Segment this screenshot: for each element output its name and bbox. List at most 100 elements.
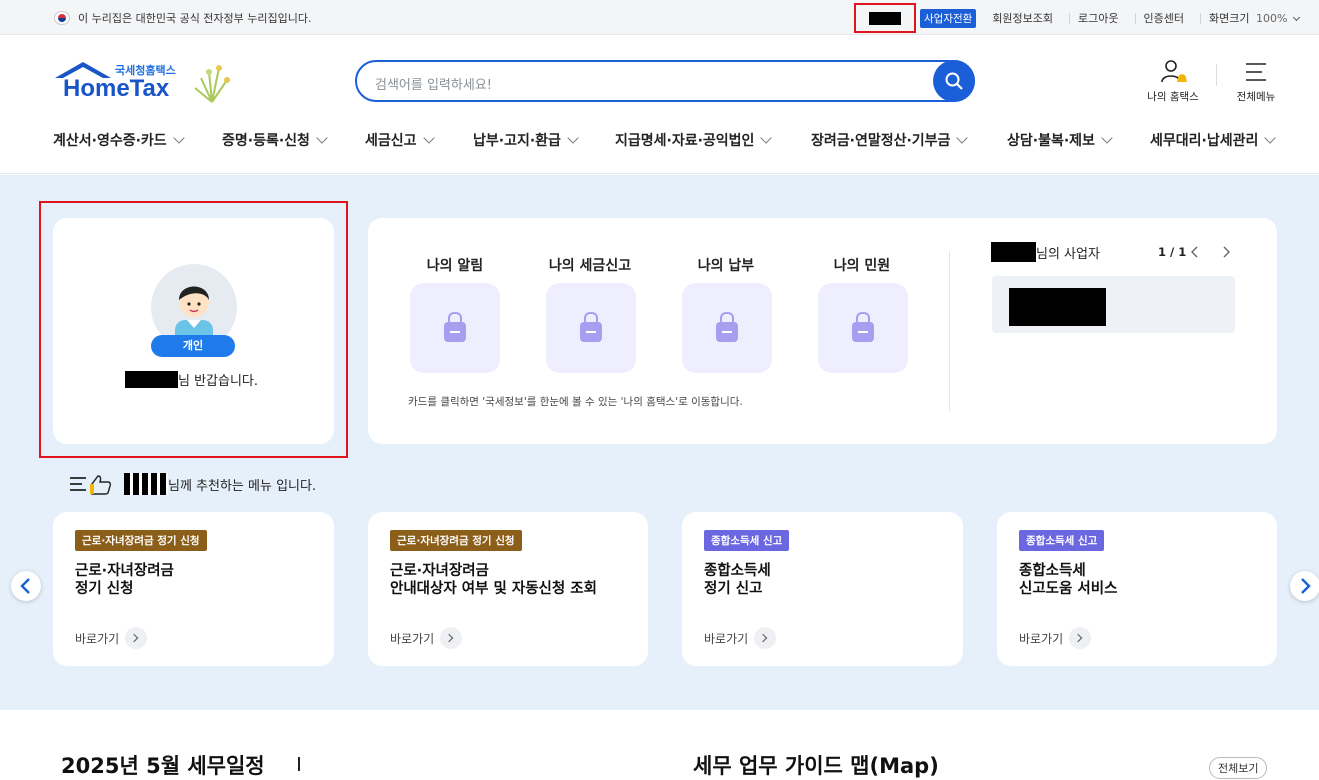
go-label: 바로가기 [704,631,749,646]
nav-item-consulting[interactable]: 상담·불복·제보 [1007,130,1113,150]
redacted-user-name [124,473,168,495]
carousel-next-button[interactable] [1290,571,1319,601]
chevron-right-icon [125,627,148,649]
redacted-business-name [1009,288,1106,326]
rec-card[interactable]: 종합소득세 신고 종합소득세 신고도움 서비스 바로가기 [997,512,1277,666]
rec-card-go[interactable]: 바로가기 [390,627,463,649]
view-all-button[interactable]: 전체보기 [1209,757,1268,779]
rec-card[interactable]: 근로·자녀장려금 정기 신청 근로·자녀장려금안내대상자 여부 및 자동신청 조… [368,512,648,666]
tile-tax-reports[interactable] [546,283,636,373]
recommend-heading: 님께 추천하는 메뉴 입니다. [68,472,316,496]
nav-item-payment[interactable]: 납부·고지·환급 [473,130,579,150]
tile-title-alerts: 나의 알림 [426,258,484,274]
nav-item-statements[interactable]: 지급명세·자료·공익법인 [615,130,773,150]
zoom-value: 100% [1256,11,1288,25]
member-info-link[interactable]: 회원정보조회 [984,13,1061,24]
rec-card[interactable]: 근로·자녀장려금 정기 신청 근로·자녀장려금 정기 신청 바로가기 [53,512,334,666]
chevron-left-icon [20,578,30,594]
chevron-down-icon [1101,132,1113,144]
hometax-logo[interactable]: 국세청홈택스 HomeTax [53,58,238,106]
rec-card-tag: 종합소득세 신고 [704,530,790,551]
tile-civil[interactable] [818,283,908,373]
nav-label: 장려금·연말정산·기부금 [811,133,951,149]
rec-card-tag: 근로·자녀장려금 정기 신청 [390,530,522,551]
all-menu-label: 전체메뉴 [1236,91,1276,103]
zoom-chevron-icon [1292,13,1300,21]
nav-label: 지급명세·자료·공익법인 [615,133,755,149]
business-pager: 1 / 1 [1158,245,1187,259]
my-hometax-button[interactable]: 나의 홈택스 [1142,58,1204,104]
title-divider [298,757,300,771]
search-placeholder: 검색어를 입력하세요! [375,78,492,93]
nav-label: 세무대리·납세관리 [1150,133,1259,149]
redacted-user-name [991,242,1036,262]
all-menu-button[interactable]: 전체메뉴 [1230,58,1282,104]
logo-title: HomeTax [63,75,170,102]
logout-link[interactable]: 로그아웃 [1069,12,1126,24]
search-button[interactable] [933,60,975,102]
rec-card-title: 종합소득세 신고도움 서비스 [1019,562,1117,598]
profile-highlight [39,201,348,458]
carousel-prev-button[interactable] [11,571,41,601]
rec-card-title: 종합소득세 정기 신고 [704,562,771,598]
gov-notice: 이 누리집은 대한민국 공식 전자정부 누리집입니다. [54,10,312,26]
chevron-down-icon [316,132,328,144]
rec-card-title-line2: 정기 신청 [75,581,134,597]
lock-icon [716,312,738,342]
korea-flag-icon [54,11,70,25]
lock-icon [580,312,602,342]
rec-card-title-line2: 안내대상자 여부 및 자동신청 조회 [390,581,597,597]
go-label: 바로가기 [1019,631,1064,646]
chevron-right-icon [440,627,463,649]
go-label: 바로가기 [390,631,435,646]
business-entry[interactable] [992,276,1235,333]
screen-size-control[interactable]: 화면크기 100% [1200,11,1300,25]
chevron-down-icon [567,132,579,144]
chevron-down-icon [956,132,969,144]
business-switch-button[interactable]: 사업자전환 [920,8,977,28]
nav-label: 상담·불복·제보 [1007,133,1095,149]
nav-item-tax-report[interactable]: 세금신고 [365,130,435,150]
rec-card-go[interactable]: 바로가기 [1019,627,1092,649]
rec-card-title-line1: 근로·자녀장려금 [390,563,489,579]
rec-card-tag: 종합소득세 신고 [1019,530,1105,551]
rec-card-go[interactable]: 바로가기 [75,627,148,649]
lock-icon [444,312,466,342]
rec-card-go[interactable]: 바로가기 [704,627,777,649]
business-header-text: 님의 사업자 [1036,246,1100,262]
tile-title-civil: 나의 민원 [833,258,891,274]
chevron-right-icon [1069,627,1092,649]
nav-label: 계산서·영수증·카드 [53,133,167,149]
tile-title-tax-reports: 나의 세금신고 [548,258,632,274]
screen-size-label: 화면크기 [1209,11,1250,25]
user-bell-icon [1161,60,1187,83]
go-label: 바로가기 [75,631,120,646]
rice-plant-icon [194,65,230,103]
nav-item-incentives[interactable]: 장려금·연말정산·기부금 [811,130,969,150]
pager-next-icon[interactable] [1221,246,1231,258]
rec-card-title-line1: 종합소득세 [1019,563,1086,579]
tile-alerts[interactable] [410,283,500,373]
tiles-note: 카드를 클릭하면 '국세정보'를 한눈에 볼 수 있는 '나의 홈택스'로 이동… [408,396,743,408]
chevron-down-icon [760,132,773,144]
pager-prev-icon[interactable] [1190,246,1200,258]
search-box[interactable]: 검색어를 입력하세요! [355,60,975,102]
auth-center-link[interactable]: 인증센터 [1134,12,1192,24]
chevron-down-icon [422,132,435,144]
my-hometax-label: 나의 홈택스 [1147,91,1199,103]
rec-card[interactable]: 종합소득세 신고 종합소득세 정기 신고 바로가기 [682,512,963,666]
nav-item-receipts[interactable]: 계산서·영수증·카드 [53,130,185,150]
nav-label: 납부·고지·환급 [473,133,561,149]
nav-item-tax-agent[interactable]: 세무대리·납세관리 [1150,130,1277,150]
redacted-user-name [869,11,901,25]
nav-item-certificates[interactable]: 증명·등록·신청 [222,130,328,150]
card-divider [949,251,950,411]
rec-card-title: 근로·자녀장려금안내대상자 여부 및 자동신청 조회 [390,562,597,598]
my-hometax-card: 나의 알림 나의 세금신고 나의 납부 나의 민원 카드를 클릭하면 '국세정보… [368,218,1277,444]
nav-label: 증명·등록·신청 [222,133,310,149]
lock-icon [852,312,874,342]
guide-map-title: 세무 업무 가이드 맵(Map) [693,754,939,778]
tile-payments[interactable] [682,283,772,373]
rec-card-title-line1: 종합소득세 [704,563,771,579]
chevron-down-icon [173,132,185,144]
